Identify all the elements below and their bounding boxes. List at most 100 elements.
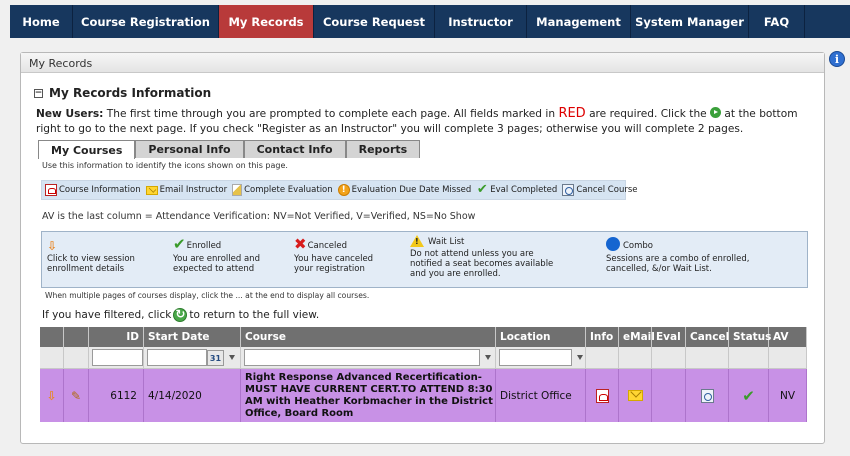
nav-instructor[interactable]: Instructor [435, 5, 527, 38]
col-start-date[interactable]: Start Date [144, 327, 241, 347]
intro-lead: New Users: [36, 108, 104, 120]
table-row[interactable]: ⇩ ✎ 6112 4/14/2020 Right Response Advanc… [40, 369, 807, 422]
tab-my-courses[interactable]: My Courses [38, 140, 136, 159]
grid-header: ID Start Date Course Location Info eMail… [40, 327, 807, 347]
legend-title: Enrolled [186, 241, 222, 251]
filter-note-after: to return to the full view. [189, 309, 320, 321]
x-icon: ✖ [294, 235, 307, 253]
legend-text: notified a seat becomes available [410, 259, 554, 269]
tab-reports[interactable]: Reports [345, 140, 421, 158]
pdf-icon[interactable] [595, 388, 609, 403]
legend-text: cancelled, &/or Wait List. [606, 264, 712, 274]
filter-date-input[interactable] [147, 349, 207, 366]
grid-filter-row: 31 [40, 347, 807, 369]
col-status: Status [729, 327, 771, 347]
pencil-icon[interactable]: ✎ [71, 389, 81, 403]
nav-faq[interactable]: FAQ [749, 5, 805, 38]
filter-empty [769, 347, 807, 368]
nav-course-request[interactable]: Course Request [314, 5, 435, 38]
filter-empty [40, 347, 64, 368]
col-edit [64, 327, 89, 347]
nav-management[interactable]: Management [527, 5, 631, 38]
legend-wait-list: Wait List Do not attend unless you are n… [410, 232, 553, 279]
legend-title: Wait List [428, 237, 465, 247]
edit-cell: ✎ [64, 369, 89, 422]
filter-empty [586, 347, 619, 368]
legend-text: You have canceled [294, 254, 374, 264]
arrow-down-icon: ⇩ [47, 239, 58, 253]
filter-course-input[interactable] [244, 349, 480, 366]
legend-enrolled: ✔ Enrolled You are enrolled and expected … [173, 235, 260, 275]
nav-system-manager[interactable]: System Manager [631, 5, 749, 38]
nav-course-registration[interactable]: Course Registration [73, 5, 219, 38]
pdf-icon [45, 184, 57, 196]
filter-id-input[interactable] [92, 349, 143, 366]
calendar-icon[interactable]: 31 [207, 349, 224, 366]
info-icon[interactable]: i [829, 51, 845, 67]
icon-legend-bar: Course Information Email Instructor Comp… [41, 180, 638, 200]
legend-course-info: Course Information [45, 184, 141, 196]
filter-empty [652, 347, 686, 368]
nav-my-records[interactable]: My Records [219, 5, 314, 38]
cell-start-date: 4/14/2020 [144, 369, 241, 422]
nav-home[interactable]: Home [10, 5, 73, 38]
cell-status: ✔ [729, 369, 769, 422]
col-location[interactable]: Location [496, 327, 586, 347]
combo-icon [606, 237, 620, 251]
col-email: eMail [619, 327, 655, 347]
check-icon: ✔ [173, 235, 186, 253]
legend-label: Cancel Course [576, 185, 638, 195]
arrow-down-icon[interactable]: ⇩ [46, 389, 56, 403]
col-expand [40, 327, 64, 347]
legend-text: and you are enrolled. [410, 269, 501, 279]
legend-email-instructor: Email Instructor [145, 185, 227, 195]
expand-cell: ⇩ [40, 369, 64, 422]
cell-eval [652, 369, 686, 422]
legend-text: enrollment details [47, 264, 125, 274]
filter-location-input[interactable] [499, 349, 572, 366]
col-course[interactable]: Course [241, 327, 496, 347]
legend-eval-completed: ✔ Eval Completed [476, 183, 558, 196]
col-id[interactable]: ID [89, 327, 144, 347]
av-note: AV is the last column = Attendance Verif… [42, 211, 476, 222]
legend-label: Evaluation Due Date Missed [351, 185, 472, 195]
tab-personal-info[interactable]: Personal Info [135, 140, 244, 158]
filter-id-cell [89, 347, 144, 368]
refresh-icon[interactable] [173, 307, 188, 322]
pages-note: When multiple pages of courses display, … [45, 291, 370, 300]
filter-empty [64, 347, 89, 368]
col-eval: Eval [652, 327, 686, 347]
legend-text: You are enrolled and [173, 254, 260, 264]
cell-location: District Office [496, 369, 586, 422]
warning-icon [410, 235, 424, 247]
section-title: − My Records Information [34, 86, 211, 100]
filter-empty [729, 347, 769, 368]
filter-empty [686, 347, 729, 368]
cancel-course-icon[interactable] [700, 388, 714, 403]
filter-icon[interactable] [229, 355, 235, 360]
next-arrow-icon [710, 107, 722, 118]
due-date-icon: ! [337, 184, 350, 196]
icon-legend-hint: Use this information to identify the ico… [42, 161, 288, 170]
intro-text: New Users: The first time through you ar… [36, 106, 816, 137]
filter-date-cell: 31 [144, 347, 241, 368]
cell-course: Right Response Advanced Recertification-… [241, 369, 496, 422]
filter-course-cell [241, 347, 496, 368]
filter-icon[interactable] [577, 355, 583, 360]
filter-icon[interactable] [485, 355, 491, 360]
col-info: Info [586, 327, 619, 347]
col-av: AV [769, 327, 807, 347]
tab-contact-info[interactable]: Contact Info [243, 140, 346, 158]
mail-icon[interactable] [627, 390, 643, 401]
collapse-icon[interactable]: − [34, 88, 43, 98]
legend-complete-eval: Complete Evaluation [232, 184, 333, 196]
evaluation-icon [232, 184, 243, 196]
legend-enrollment-details: ⇩ Click to view session enrollment detai… [47, 235, 135, 274]
cancel-course-icon [562, 184, 575, 196]
legend-label: Eval Completed [490, 185, 558, 195]
legend-text: Do not attend unless you are [410, 249, 534, 259]
legend-title: Combo [623, 241, 654, 251]
section-title-text: My Records Information [49, 86, 212, 100]
legend-label: Course Information [59, 185, 141, 195]
